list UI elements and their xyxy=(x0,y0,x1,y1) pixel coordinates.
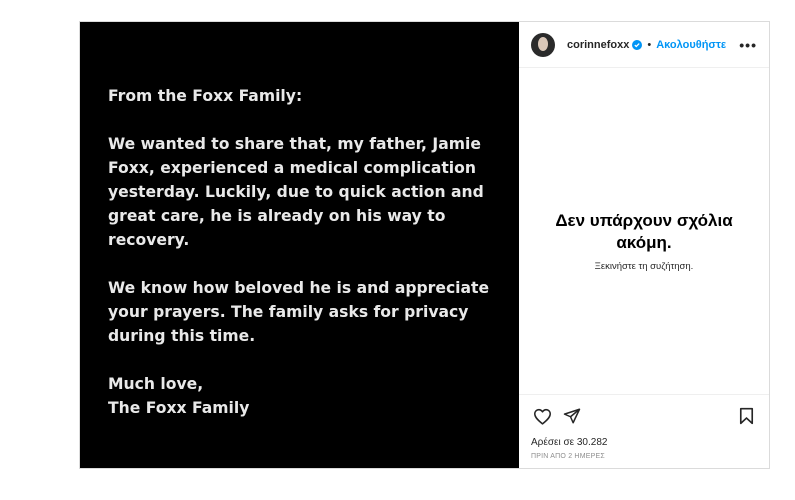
instagram-post-modal: From the Foxx Family: We wanted to share… xyxy=(79,21,770,469)
username-link[interactable]: corinnefoxx xyxy=(567,39,629,51)
comments-area: Δεν υπάρχουν σχόλια ακόμη. Ξεκινήστε τη … xyxy=(519,68,769,394)
post-actions: Αρέσει σε 30.282 ΠΡΙΝ ΑΠΟ 2 ΗΜΕΡΕΣ xyxy=(519,394,769,468)
statement-paragraph-1: We wanted to share that, my father, Jami… xyxy=(108,135,484,249)
avatar[interactable] xyxy=(531,32,555,57)
paper-plane-icon xyxy=(563,408,581,424)
statement-heading: From the Foxx Family: xyxy=(108,87,303,105)
separator-dot: • xyxy=(647,38,652,51)
no-comments-title: Δεν υπάρχουν σχόλια ακόμη. xyxy=(555,211,733,252)
post-header: corinnefoxx • Ακολουθήστε ••• xyxy=(519,22,769,68)
post-sidebar: corinnefoxx • Ακολουθήστε ••• Δεν υπάρχο… xyxy=(519,22,769,468)
follow-button[interactable]: Ακολουθήστε xyxy=(656,39,726,51)
no-comments-subtitle: Ξεκινήστε τη συζήτηση. xyxy=(594,261,694,272)
statement-signoff: Much love, The Foxx Family xyxy=(108,375,250,417)
share-button[interactable] xyxy=(561,405,583,427)
action-icons-row xyxy=(531,395,757,435)
likes-count[interactable]: Αρέσει σε 30.282 xyxy=(531,437,757,448)
post-image[interactable]: From the Foxx Family: We wanted to share… xyxy=(80,22,519,468)
post-timestamp[interactable]: ΠΡΙΝ ΑΠΟ 2 ΗΜΕΡΕΣ xyxy=(531,453,757,460)
like-button[interactable] xyxy=(531,405,553,427)
save-button[interactable] xyxy=(735,405,757,427)
bookmark-icon xyxy=(739,407,753,425)
verified-badge-icon xyxy=(632,39,643,50)
statement-paragraph-2: We know how beloved he is and appreciate… xyxy=(108,279,490,345)
more-options-icon[interactable]: ••• xyxy=(739,37,757,53)
statement-text: From the Foxx Family: We wanted to share… xyxy=(108,84,508,444)
heart-icon xyxy=(533,408,551,425)
